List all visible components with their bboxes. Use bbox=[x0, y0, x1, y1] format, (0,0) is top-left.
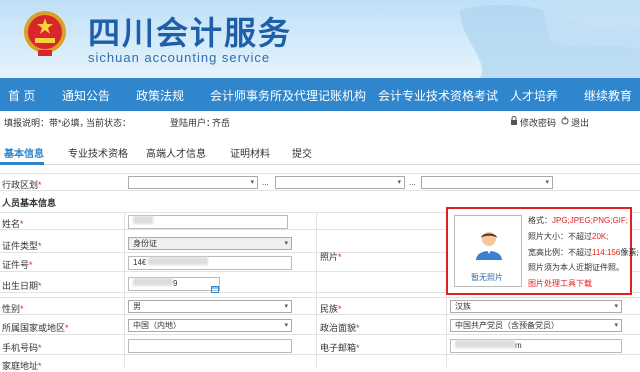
id-no-input[interactable]: 14€ bbox=[128, 256, 292, 270]
name-input[interactable] bbox=[128, 215, 288, 229]
gender-label: 性别* bbox=[2, 304, 24, 314]
birth-input[interactable]: 9 bbox=[128, 277, 220, 291]
political-select[interactable]: 中国共产党员（含预备党员） ▾ bbox=[450, 319, 622, 332]
country-label: 所属国家或地区* bbox=[2, 323, 69, 333]
nav-home[interactable]: 首 页 bbox=[8, 87, 35, 104]
ethnic-label: 民族* bbox=[320, 304, 342, 314]
political-label: 政治面貌* bbox=[320, 323, 360, 333]
avatar-icon bbox=[476, 232, 502, 260]
photo-placeholder: 暂无照片 bbox=[471, 273, 503, 282]
birth-label: 出生日期* bbox=[2, 281, 42, 291]
region-province-select[interactable]: ▾ bbox=[128, 176, 258, 189]
nav-policies[interactable]: 政策法规 bbox=[136, 87, 184, 104]
ethnic-select[interactable]: 汉族 ▾ bbox=[450, 300, 622, 313]
lock-icon bbox=[510, 116, 518, 127]
region-row: 行政区划* ▾ ... ▾ ... ▾ bbox=[0, 173, 640, 191]
logout-link[interactable]: 退出 bbox=[571, 116, 589, 129]
main-nav: 首 页 通知公告 政策法规 会计师事务所及代理记账机构 会计专业技术资格考试 人… bbox=[0, 78, 640, 111]
tab-materials[interactable]: 证明材料 bbox=[230, 145, 270, 160]
email-input[interactable]: m bbox=[450, 339, 622, 353]
id-type-label: 证件类型* bbox=[2, 241, 42, 251]
country-row: 所属国家或地区* 中国（内地） ▾ 政治面貌* 中国共产党员（含预备党员） ▾ bbox=[0, 317, 640, 335]
phone-label: 手机号码* bbox=[2, 343, 42, 353]
nav-training[interactable]: 人才培养 bbox=[510, 87, 558, 104]
phone-input[interactable] bbox=[128, 339, 292, 353]
photo-requirement: 照片须为本人近期证件照。 bbox=[528, 263, 624, 272]
photo-format: 格式：JPG;JPEG;PNG;GIF; bbox=[528, 216, 629, 225]
region-district-select[interactable]: ▾ bbox=[421, 176, 553, 189]
photo-label: 照片* bbox=[320, 252, 342, 262]
site-title: 四川会计服务 bbox=[88, 14, 293, 52]
nav-notices[interactable]: 通知公告 bbox=[62, 87, 110, 104]
status-label: 当前状态： bbox=[86, 118, 132, 128]
nav-exams[interactable]: 会计专业技术资格考试 bbox=[378, 87, 498, 104]
address-row: 家庭地址* bbox=[0, 357, 640, 371]
gender-row: 性别* 男 ▾ 民族* 汉族 ▾ bbox=[0, 297, 640, 315]
nav-firms[interactable]: 会计师事务所及代理记账机构 bbox=[210, 87, 366, 104]
tab-basic-info[interactable]: 基本信息 bbox=[4, 145, 44, 160]
tab-talent-info[interactable]: 高端人才信息 bbox=[146, 145, 206, 160]
change-password-link[interactable]: 修改密码 bbox=[520, 116, 556, 129]
site-header: 四川会计服务 sichuan accounting service bbox=[0, 0, 640, 78]
address-label: 家庭地址* bbox=[2, 361, 42, 371]
id-type-select[interactable]: 身份证 ▾ bbox=[128, 237, 292, 250]
fill-note: 填报说明：带*必填， bbox=[4, 118, 89, 128]
tab-qualification[interactable]: 专业技术资格 bbox=[68, 145, 128, 160]
info-bar: 填报说明：带*必填， 当前状态： 登陆用户： 齐岳 修改密码 退出 bbox=[0, 111, 640, 133]
email-label: 电子邮箱* bbox=[320, 343, 360, 353]
name-label: 姓名* bbox=[2, 219, 24, 229]
nav-education[interactable]: 继续教育 bbox=[584, 87, 632, 104]
active-tab-indicator bbox=[0, 162, 44, 165]
photo-tool-link[interactable]: 图片处理工具下载 bbox=[528, 278, 592, 289]
photo-ratio: 宽高比例：不超过114:156像素; bbox=[528, 248, 639, 257]
national-emblem-icon bbox=[24, 11, 66, 56]
country-select[interactable]: 中国（内地） ▾ bbox=[128, 319, 292, 332]
photo-panel: 暂无照片 格式：JPG;JPEG;PNG;GIF; 照片大小：不超过20K; 宽… bbox=[446, 207, 639, 295]
tab-submit[interactable]: 提交 bbox=[292, 145, 312, 160]
id-no-label: 证件号* bbox=[2, 260, 33, 270]
gender-select[interactable]: 男 ▾ bbox=[128, 300, 292, 313]
user-label: 登陆用户： bbox=[170, 118, 216, 128]
tab-bar: 基本信息 专业技术资格 高端人才信息 证明材料 提交 bbox=[0, 137, 640, 165]
logout-icon bbox=[561, 116, 569, 127]
contact-row: 手机号码* 电子邮箱* m bbox=[0, 337, 640, 355]
region-city-select[interactable]: ▾ bbox=[275, 176, 405, 189]
user-name: 齐岳 bbox=[212, 118, 231, 128]
decorative-map-graphic bbox=[460, 0, 640, 78]
site-subtitle: sichuan accounting service bbox=[88, 50, 271, 65]
calendar-icon[interactable] bbox=[211, 280, 219, 298]
region-label: 行政区划* bbox=[2, 180, 42, 190]
photo-upload[interactable]: 暂无照片 bbox=[454, 215, 522, 287]
photo-size: 照片大小：不超过20K; bbox=[528, 232, 609, 241]
